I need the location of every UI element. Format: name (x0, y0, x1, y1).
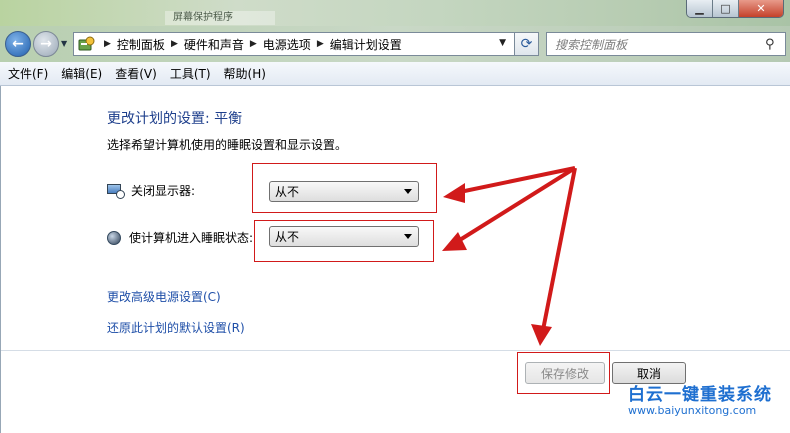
watermark: 白云一键重装系统 www.baiyunxitong.com (622, 380, 790, 433)
display-off-label: 关闭显示器: (131, 184, 196, 198)
breadcrumb-separator-icon[interactable]: ▶ (98, 39, 117, 49)
advanced-power-settings-link[interactable]: 更改高级电源设置(C) (107, 288, 221, 305)
restore-defaults-link[interactable]: 还原此计划的默认设置(R) (107, 319, 245, 336)
breadcrumb-hardware-sound[interactable]: 硬件和声音 (184, 36, 244, 53)
display-off-setting: 关闭显示器: (107, 182, 195, 199)
title-bar: 屏幕保护程序 ▁ □ ✕ (0, 0, 790, 26)
highlight-box-save-button (517, 352, 610, 394)
breadcrumb-separator-icon[interactable]: ▶ (165, 39, 184, 49)
highlight-box-display-select (252, 163, 437, 213)
menu-view[interactable]: 查看(V) (115, 65, 157, 82)
back-button[interactable]: ← (5, 31, 31, 57)
sleep-label: 使计算机进入睡眠状态: (129, 231, 254, 245)
menu-help[interactable]: 帮助(H) (224, 65, 266, 82)
background-window-title: 屏幕保护程序 (165, 11, 275, 25)
address-bar[interactable]: ▶ 控制面板 ▶ 硬件和声音 ▶ 电源选项 ▶ 编辑计划设置 ▼ (73, 32, 515, 56)
menu-bar: 文件(F) 编辑(E) 查看(V) 工具(T) 帮助(H) (0, 62, 790, 86)
window-controls: ▁ □ ✕ (686, 0, 784, 18)
refresh-button[interactable]: ⟳ (515, 32, 539, 56)
page-description: 选择希望计算机使用的睡眠设置和显示设置。 (107, 138, 348, 152)
minimize-button[interactable]: ▁ (687, 0, 713, 17)
watermark-brand: 白云一键重装系统 (628, 385, 772, 405)
moon-icon (107, 230, 121, 245)
arrow-left-icon: ← (12, 36, 24, 52)
menu-tools[interactable]: 工具(T) (170, 65, 211, 82)
breadcrumb-control-panel[interactable]: 控制面板 (117, 36, 165, 53)
monitor-clock-icon (107, 183, 125, 199)
search-input[interactable]: 搜索控制面板 (547, 36, 765, 53)
watermark-url: www.baiyunxitong.com (628, 404, 757, 417)
sleep-setting: 使计算机进入睡眠状态: (107, 229, 253, 246)
address-dropdown-icon[interactable]: ▼ (499, 38, 506, 48)
control-panel-icon (76, 34, 98, 54)
menu-edit[interactable]: 编辑(E) (61, 65, 102, 82)
maximize-button[interactable]: □ (713, 0, 739, 17)
arrow-right-icon: → (40, 36, 52, 52)
search-icon[interactable]: ⚲ (765, 37, 785, 52)
menu-file[interactable]: 文件(F) (8, 65, 48, 82)
breadcrumb-separator-icon[interactable]: ▶ (311, 39, 330, 49)
refresh-icon: ⟳ (520, 36, 533, 52)
recent-pages-dropdown[interactable]: ▼ (61, 39, 67, 48)
footer-divider (1, 350, 790, 351)
page-title: 更改计划的设置: 平衡 (107, 111, 243, 127)
breadcrumb-power-options[interactable]: 电源选项 (263, 36, 311, 53)
breadcrumb-edit-plan[interactable]: 编辑计划设置 (330, 36, 402, 53)
breadcrumb-separator-icon[interactable]: ▶ (244, 39, 263, 49)
highlight-box-sleep-select (254, 220, 434, 262)
navigation-bar: ← → ▼ ▶ 控制面板 ▶ 硬件和声音 ▶ 电源选项 ▶ 编辑计划设置 ▼ ⟳… (0, 26, 790, 62)
search-box[interactable]: 搜索控制面板 ⚲ (546, 32, 786, 56)
close-button[interactable]: ✕ (739, 0, 783, 17)
forward-button[interactable]: → (33, 31, 59, 57)
